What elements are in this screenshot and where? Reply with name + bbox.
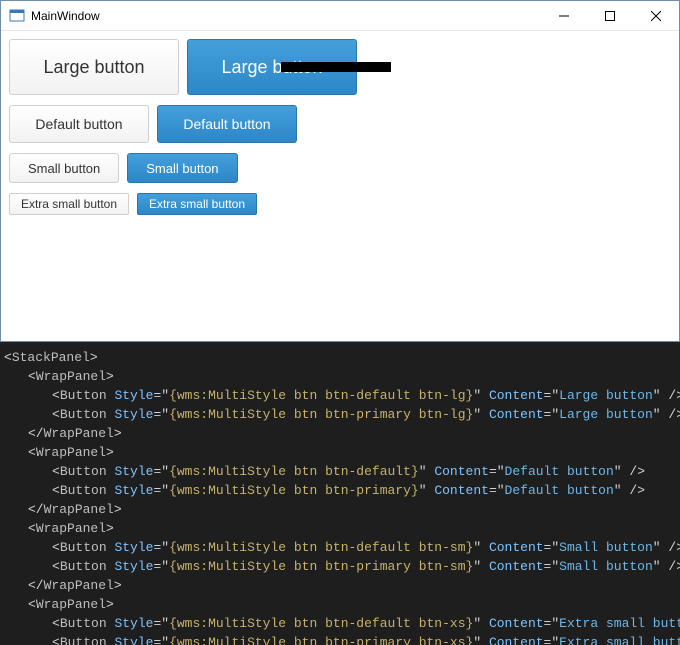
maximize-button[interactable] <box>587 1 633 31</box>
code-panel: <StackPanel> <WrapPanel> <Button Style="… <box>0 342 680 645</box>
window-title: MainWindow <box>31 9 100 23</box>
tag-button: Button <box>60 388 107 403</box>
row-default: Default button Default button <box>9 105 671 143</box>
app-icon <box>9 8 25 24</box>
small-default-button[interactable]: Small button <box>9 153 119 183</box>
tag-wrappanel: WrapPanel <box>36 369 106 384</box>
default-default-button[interactable]: Default button <box>9 105 149 143</box>
extra-small-primary-button[interactable]: Extra small button <box>137 193 257 215</box>
row-extra-small: Extra small button Extra small button <box>9 193 671 215</box>
client-area: Large button Large button Default button… <box>1 31 679 341</box>
close-button[interactable] <box>633 1 679 31</box>
main-window: MainWindow Large button Large button Def… <box>0 0 680 342</box>
default-primary-button[interactable]: Default button <box>157 105 297 143</box>
small-primary-button[interactable]: Small button <box>127 153 237 183</box>
tag-stackpanel: StackPanel <box>12 350 90 365</box>
row-small: Small button Small button <box>9 153 671 183</box>
extra-small-default-button[interactable]: Extra small button <box>9 193 129 215</box>
titlebar: MainWindow <box>1 1 679 31</box>
minimize-button[interactable] <box>541 1 587 31</box>
overlay-bar <box>281 62 391 72</box>
large-default-button[interactable]: Large button <box>9 39 179 95</box>
